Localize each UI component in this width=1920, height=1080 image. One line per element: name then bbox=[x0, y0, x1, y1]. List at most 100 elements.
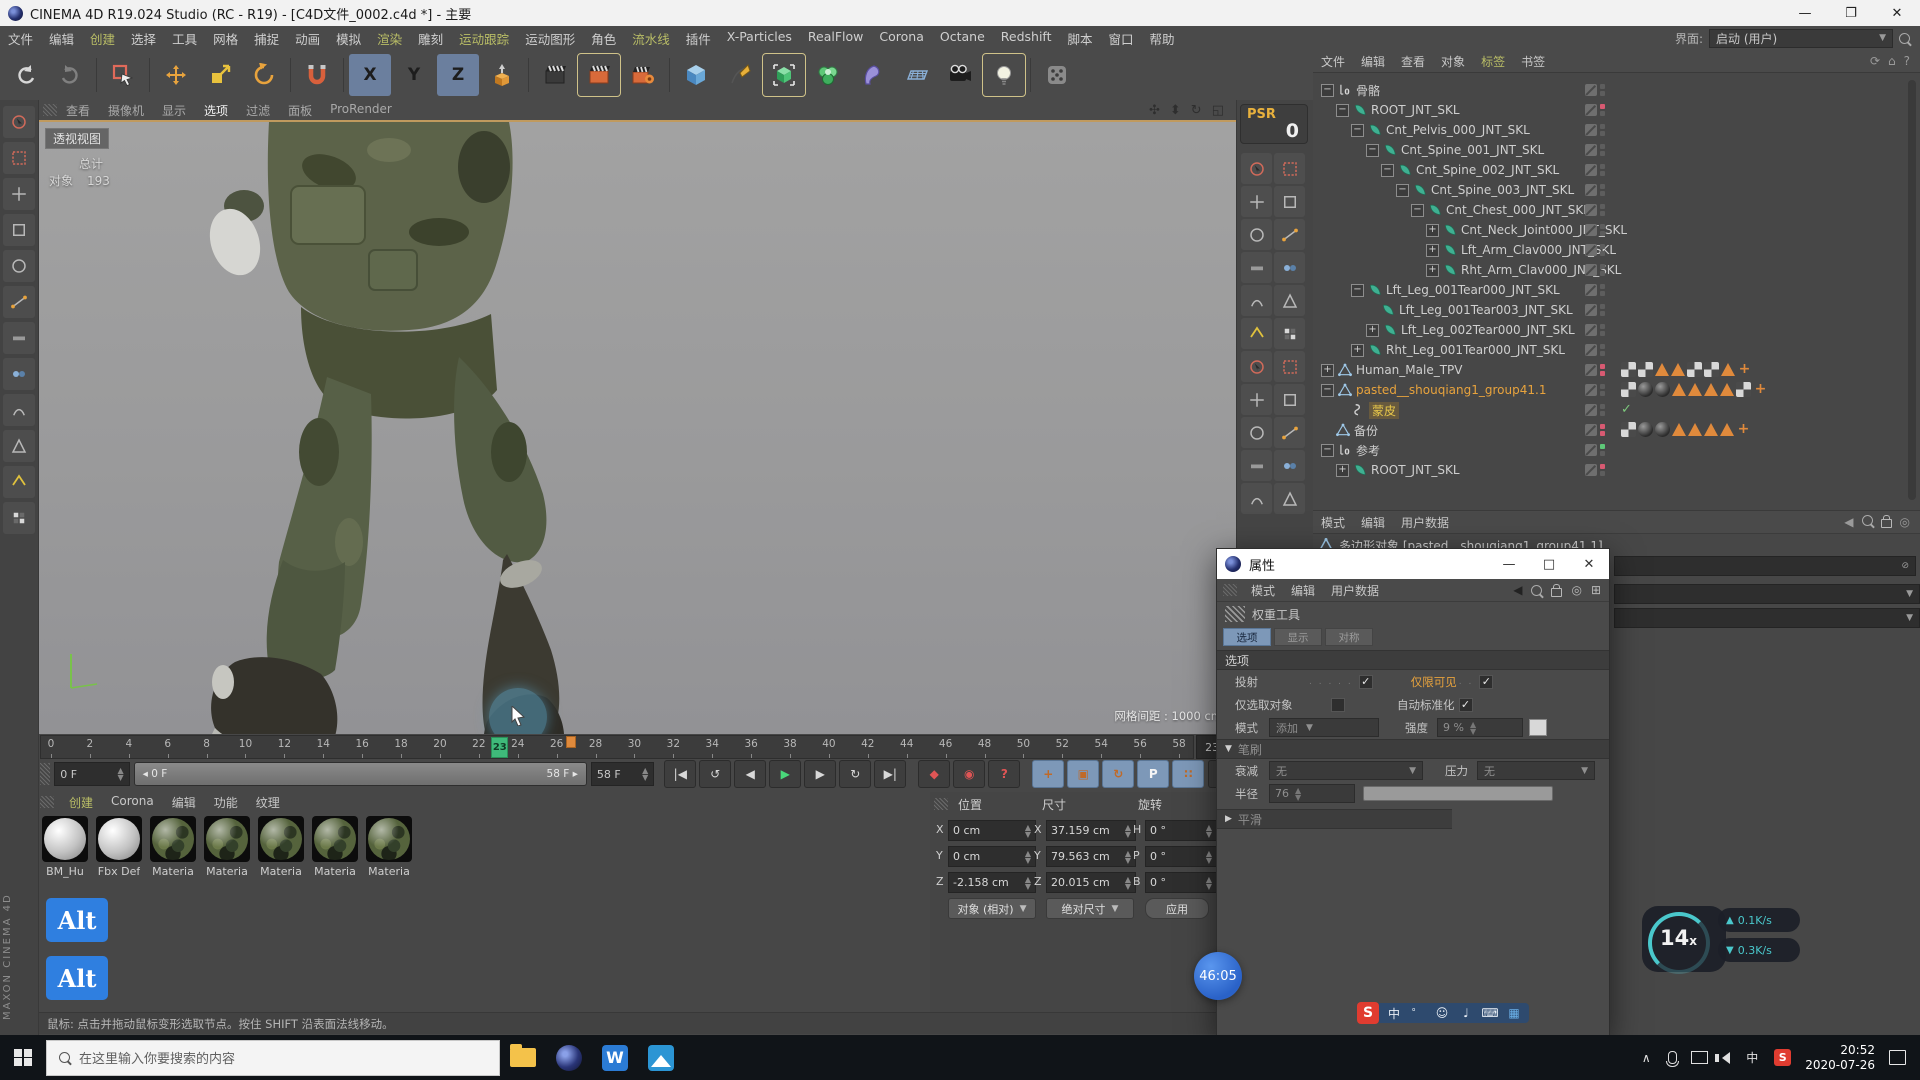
options-section-header[interactable]: 选项 bbox=[1217, 650, 1609, 670]
coord-system-toggle[interactable] bbox=[481, 54, 523, 96]
palette-icon[interactable] bbox=[1274, 153, 1305, 184]
prop-menu-编辑[interactable]: 编辑 bbox=[1283, 582, 1323, 599]
material-item[interactable]: Materia bbox=[256, 816, 306, 878]
render-queue-button[interactable] bbox=[622, 54, 664, 96]
editor-dot[interactable] bbox=[1600, 124, 1605, 129]
taskbar-clock[interactable]: 20:522020-07-26 bbox=[1805, 1043, 1875, 1073]
menu-角色[interactable]: 角色 bbox=[583, 29, 624, 48]
viewport-menu-查看[interactable]: 查看 bbox=[57, 102, 99, 119]
material-field[interactable]: ⊘ bbox=[1614, 556, 1916, 576]
end-frame-field[interactable]: 58 F▲▼ bbox=[591, 762, 654, 786]
visibility-dots[interactable] bbox=[1600, 244, 1605, 256]
viewport-menu-显示[interactable]: 显示 bbox=[153, 102, 195, 119]
tray-expand-icon[interactable]: ∧ bbox=[1638, 1051, 1654, 1065]
layer-icon[interactable] bbox=[1585, 324, 1597, 336]
tri-tag-icon[interactable] bbox=[1688, 383, 1702, 396]
live-selection-tool[interactable] bbox=[102, 54, 144, 96]
rotation-field[interactable]: 0 °▲▼ bbox=[1145, 820, 1217, 841]
tree-row[interactable]: −ROOT_JNT_SKL bbox=[1336, 100, 1460, 120]
next-frame-button[interactable]: ▶ bbox=[804, 760, 836, 788]
palette-icon[interactable] bbox=[1241, 219, 1272, 250]
material-item[interactable]: Materia bbox=[202, 816, 252, 878]
position-field[interactable]: 0 cm▲▼ bbox=[948, 820, 1036, 841]
rotate-view-icon[interactable]: ↻ bbox=[1191, 103, 1202, 118]
ime-bar-icon[interactable]: ☺ bbox=[1431, 1006, 1453, 1020]
tree-row[interactable]: −Cnt_Chest_000_JNT_SKL bbox=[1411, 200, 1590, 220]
weight-tool-tab-3[interactable]: 对称 bbox=[1325, 628, 1373, 646]
help-icon[interactable]: ? bbox=[1904, 54, 1910, 68]
tri-tag-icon[interactable] bbox=[1688, 423, 1702, 436]
visible-only-checkbox[interactable]: ✓ bbox=[1479, 675, 1493, 689]
keyframe-selection-button[interactable]: ? bbox=[988, 760, 1020, 788]
viewport-menu-摄像机[interactable]: 摄像机 bbox=[99, 102, 153, 119]
material-item[interactable]: Materia bbox=[148, 816, 198, 878]
toggle-view-icon[interactable]: ◱ bbox=[1212, 103, 1224, 118]
render-dot[interactable] bbox=[1600, 311, 1605, 316]
visibility-dots[interactable] bbox=[1600, 444, 1605, 456]
layout-tool-icon[interactable] bbox=[3, 502, 35, 534]
collapse-icon[interactable]: − bbox=[1336, 104, 1349, 117]
axis-y-toggle[interactable]: Y bbox=[393, 54, 435, 96]
mat-menu-创建[interactable]: 创建 bbox=[60, 794, 102, 811]
tree-row[interactable]: −pasted__shouqiang1_group41.1 bbox=[1321, 380, 1546, 400]
tri-tag-icon[interactable] bbox=[1720, 383, 1734, 396]
checker-tag-icon[interactable] bbox=[1736, 382, 1751, 397]
search-icon[interactable] bbox=[1531, 585, 1542, 596]
layer-icon[interactable] bbox=[1585, 104, 1597, 116]
maximize-button[interactable]: □ bbox=[1529, 557, 1569, 572]
palette-icon[interactable] bbox=[1241, 417, 1272, 448]
tree-row[interactable]: −Lft_Leg_001Tear000_JNT_SKL bbox=[1351, 280, 1560, 300]
psr-reset-button[interactable]: PSR 0 bbox=[1240, 104, 1308, 144]
taskbar-explorer-icon[interactable] bbox=[500, 1035, 546, 1080]
make-editable-icon[interactable] bbox=[3, 106, 35, 138]
visibility-dots[interactable] bbox=[1600, 404, 1605, 416]
render-dot[interactable] bbox=[1600, 251, 1605, 256]
palette-icon[interactable] bbox=[1241, 186, 1272, 217]
maximize-button[interactable]: ❐ bbox=[1828, 0, 1874, 26]
visibility-dots[interactable] bbox=[1600, 84, 1605, 96]
network-speed-overlay[interactable]: 14x ▲0.1K/s ▼0.3K/s bbox=[1642, 898, 1792, 978]
layer-icon[interactable] bbox=[1585, 404, 1597, 416]
render-dot[interactable] bbox=[1600, 471, 1605, 476]
close-button[interactable]: ✕ bbox=[1569, 557, 1609, 572]
palette-icon[interactable] bbox=[1274, 417, 1305, 448]
am-menu-编辑[interactable]: 编辑 bbox=[1353, 514, 1393, 531]
tree-row[interactable]: Lft_Leg_001Tear003_JNT_SKL bbox=[1366, 300, 1573, 320]
menu-捕捉[interactable]: 捕捉 bbox=[246, 29, 287, 48]
visibility-dots[interactable] bbox=[1600, 424, 1605, 436]
tree-row[interactable]: −Cnt_Spine_002_JNT_SKL bbox=[1381, 160, 1559, 180]
visibility-dots[interactable] bbox=[1600, 184, 1605, 196]
play-backwards-button[interactable]: ↺ bbox=[699, 760, 731, 788]
render-dot[interactable] bbox=[1600, 431, 1605, 436]
palette-icon[interactable] bbox=[1274, 252, 1305, 283]
palette-icon[interactable] bbox=[1274, 351, 1305, 382]
expand-icon[interactable]: + bbox=[1321, 364, 1334, 377]
menu-渲染[interactable]: 渲染 bbox=[369, 29, 410, 48]
menu-雕刻[interactable]: 雕刻 bbox=[410, 29, 451, 48]
tree-row[interactable]: +Lft_Leg_002Tear000_JNT_SKL bbox=[1366, 320, 1575, 340]
layer-icon[interactable] bbox=[1585, 164, 1597, 176]
goto-start-button[interactable]: |◀ bbox=[664, 760, 696, 788]
visibility-dots[interactable] bbox=[1600, 224, 1605, 236]
tree-row[interactable]: +Human_Male_TPV bbox=[1321, 360, 1462, 380]
layer-icon[interactable] bbox=[1585, 264, 1597, 276]
mat-menu-编辑[interactable]: 编辑 bbox=[163, 794, 205, 811]
ime-bar-icon[interactable]: 中 bbox=[1383, 1005, 1405, 1022]
menu-模拟[interactable]: 模拟 bbox=[328, 29, 369, 48]
menu-文件[interactable]: 文件 bbox=[0, 29, 41, 48]
mat-menu-功能[interactable]: 功能 bbox=[205, 794, 247, 811]
interface-dropdown[interactable]: 启动 (用户) ▼ bbox=[1709, 29, 1893, 48]
om-menu-对象[interactable]: 对象 bbox=[1433, 53, 1473, 70]
mat-menu-Corona[interactable]: Corona bbox=[102, 794, 163, 811]
size-field[interactable]: 79.563 cm▲▼ bbox=[1046, 846, 1136, 867]
smooth-section-header[interactable]: ▶平滑 bbox=[1217, 809, 1452, 829]
axis-z-toggle[interactable]: Z bbox=[437, 54, 479, 96]
taskbar-photos-icon[interactable] bbox=[638, 1035, 684, 1080]
palette-icon[interactable] bbox=[1241, 318, 1272, 349]
palette-icon[interactable] bbox=[1274, 483, 1305, 514]
render-dot[interactable] bbox=[1600, 391, 1605, 396]
redo-tool[interactable] bbox=[49, 54, 91, 96]
menu-流水线[interactable]: 流水线 bbox=[624, 29, 678, 48]
expand-icon[interactable]: + bbox=[1351, 344, 1364, 357]
palette-icon[interactable] bbox=[1241, 153, 1272, 184]
